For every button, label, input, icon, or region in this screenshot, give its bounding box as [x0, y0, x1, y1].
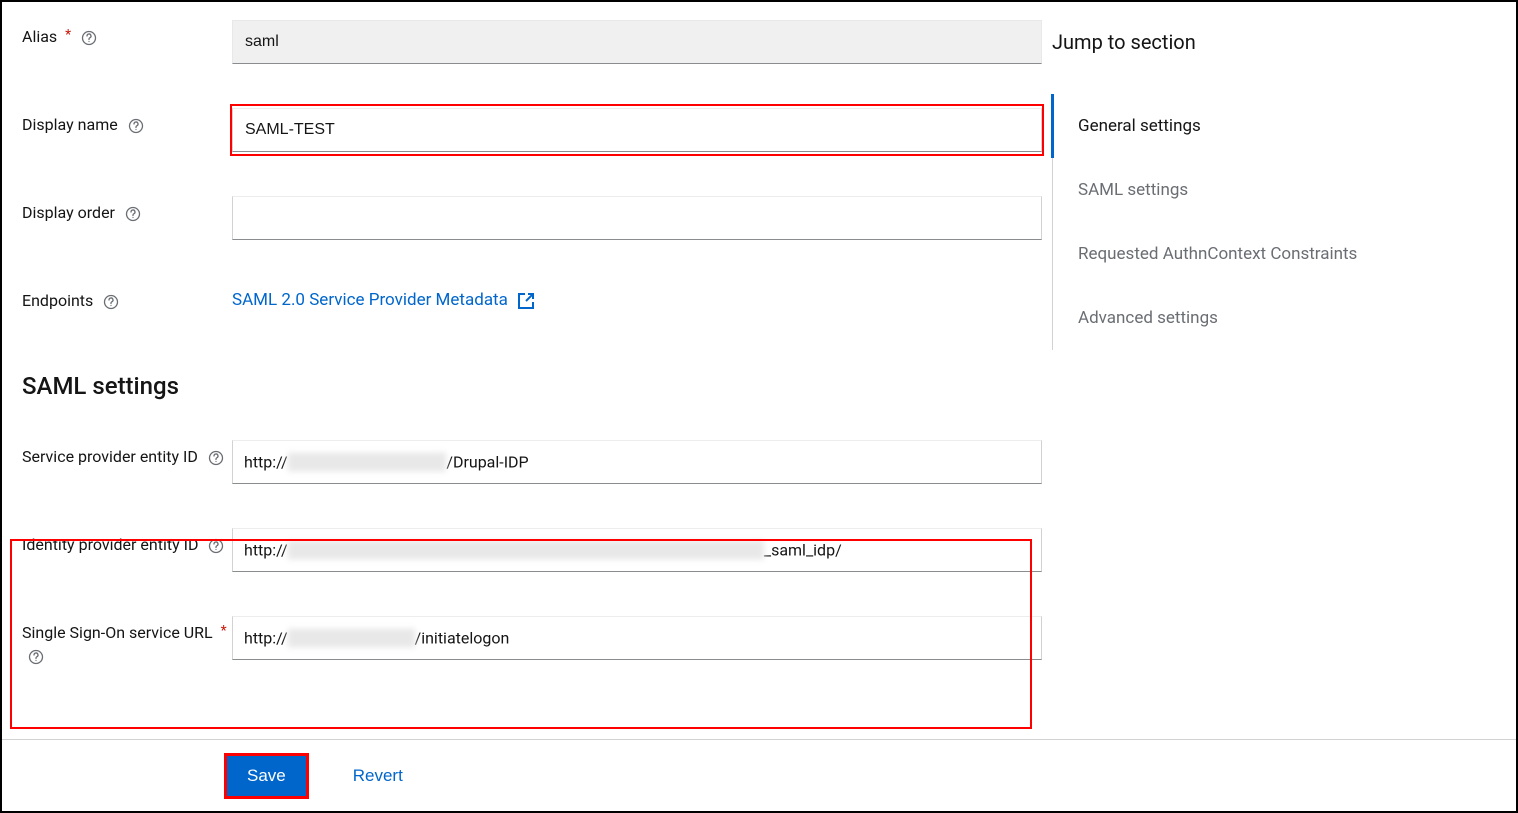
help-icon[interactable]: [208, 450, 224, 466]
saml-metadata-link[interactable]: SAML 2.0 Service Provider Metadata: [232, 290, 534, 310]
required-indicator: *: [65, 27, 71, 43]
help-icon[interactable]: [208, 538, 224, 554]
nav-advanced-settings[interactable]: Advanced settings: [1051, 286, 1516, 350]
idp-entity-id-input[interactable]: [232, 528, 1042, 572]
idp-entity-id-label: Identity provider entity ID: [22, 528, 232, 556]
display-order-label: Display order: [22, 196, 232, 224]
jump-to-section-title: Jump to section: [1052, 30, 1516, 54]
sso-url-label-text: Single Sign-On service URL: [22, 623, 213, 642]
help-icon[interactable]: [28, 649, 44, 665]
idp-entity-id-label-text: Identity provider entity ID: [22, 535, 198, 554]
sp-entity-id-label: Service provider entity ID: [22, 440, 232, 468]
display-name-label-text: Display name: [22, 115, 118, 134]
display-name-label: Display name: [22, 108, 232, 136]
endpoints-label: Endpoints: [22, 284, 232, 312]
save-button[interactable]: Save: [227, 756, 306, 796]
help-icon[interactable]: [128, 118, 144, 134]
footer-bar: Save Revert: [2, 739, 1516, 811]
sso-url-label: Single Sign-On service URL *: [22, 616, 232, 667]
help-icon[interactable]: [81, 30, 97, 46]
display-order-label-text: Display order: [22, 203, 115, 222]
display-name-input[interactable]: [232, 108, 1042, 152]
display-order-input[interactable]: [232, 196, 1042, 240]
nav-general-settings[interactable]: General settings: [1051, 94, 1516, 158]
revert-button[interactable]: Revert: [333, 756, 423, 796]
alias-label-text: Alias: [22, 27, 57, 46]
nav-saml-settings[interactable]: SAML settings: [1051, 158, 1516, 222]
endpoints-label-text: Endpoints: [22, 291, 93, 310]
sp-entity-id-input[interactable]: [232, 440, 1042, 484]
help-icon[interactable]: [103, 294, 119, 310]
jump-nav-list: General settings SAML settings Requested…: [1052, 94, 1516, 350]
external-link-icon: [518, 293, 534, 309]
help-icon[interactable]: [125, 206, 141, 222]
sp-entity-id-label-text: Service provider entity ID: [22, 447, 198, 466]
alias-label: Alias *: [22, 20, 232, 48]
alias-input: [232, 20, 1042, 64]
saml-settings-heading: SAML settings: [22, 372, 1042, 400]
saml-metadata-link-text: SAML 2.0 Service Provider Metadata: [232, 290, 508, 310]
required-indicator: *: [221, 623, 227, 639]
nav-authn-context[interactable]: Requested AuthnContext Constraints: [1051, 222, 1516, 286]
highlight-save: Save: [224, 753, 309, 799]
sso-url-input[interactable]: [232, 616, 1042, 660]
